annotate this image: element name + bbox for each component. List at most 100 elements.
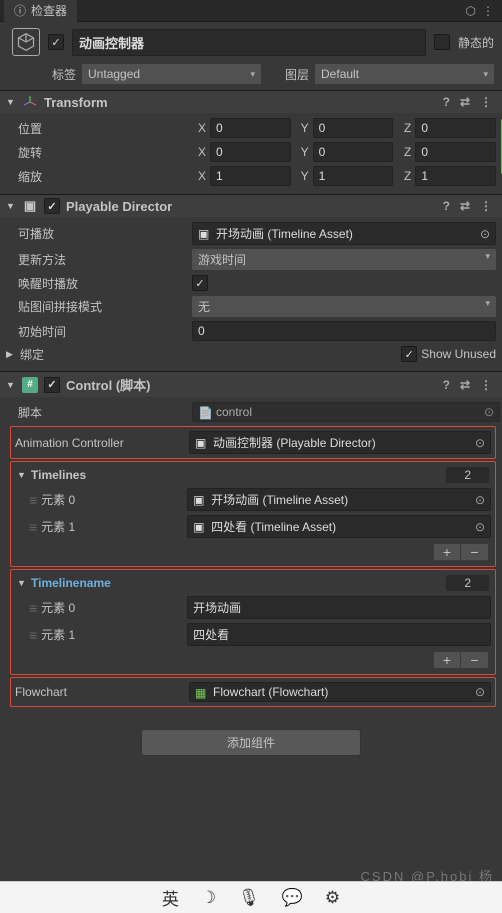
timelines-label: Timelines [31, 468, 86, 482]
gameobject-header: 动画控制器 静态的 [0, 22, 502, 62]
object-picker-icon[interactable]: ⊙ [475, 493, 485, 507]
object-picker-icon[interactable]: ⊙ [475, 520, 485, 534]
foldout-icon[interactable]: ▶ [6, 349, 16, 360]
gameobject-icon[interactable] [12, 28, 40, 56]
transform-title: Transform [44, 95, 437, 110]
rotation-z-input[interactable]: 0 [415, 142, 496, 162]
position-x-input[interactable]: 0 [210, 118, 291, 138]
scale-x-input[interactable]: 1 [210, 166, 291, 186]
add-element-button[interactable]: + [433, 543, 461, 561]
object-picker-icon[interactable]: ⊙ [480, 227, 490, 241]
initial-time-input[interactable]: 0 [192, 321, 496, 341]
timeline-element-field[interactable]: ▣ 四处看 (Timeline Asset) ⊙ [187, 515, 491, 538]
preset-icon[interactable]: ⇄ [460, 199, 470, 213]
update-label: 更新方法 [18, 251, 188, 268]
remove-element-button[interactable]: − [461, 543, 489, 561]
settings-icon[interactable]: ⚙ [325, 888, 340, 908]
foldout-icon[interactable]: ▼ [17, 470, 27, 480]
show-unused-checkbox[interactable] [401, 346, 417, 362]
foldout-icon[interactable]: ▼ [6, 201, 16, 211]
notif-icon[interactable]: 💬 [282, 888, 303, 908]
remove-element-button[interactable]: − [461, 651, 489, 669]
x-label: X [192, 121, 206, 135]
element-label: 元素 1 [41, 626, 181, 643]
drag-handle-icon[interactable]: ≡ [29, 492, 35, 508]
director-header[interactable]: ▼ ▣ Playable Director ? ⇄ ⋮ [0, 195, 502, 217]
list-item: ≡ 元素 1 ▣ 四处看 (Timeline Asset) ⊙ [15, 513, 491, 540]
menu-icon[interactable]: ⋮ [480, 378, 492, 392]
moon-icon[interactable]: ☽ [201, 888, 216, 908]
anim-controller-highlight: Animation Controller ▣ 动画控制器 (Playable D… [10, 426, 496, 459]
playable-label: 可播放 [18, 225, 188, 242]
object-picker-icon[interactable]: ⊙ [475, 685, 485, 699]
control-enable-checkbox[interactable] [44, 377, 60, 393]
position-y-input[interactable]: 0 [313, 118, 394, 138]
transform-header[interactable]: ▼ Transform ? ⇄ ⋮ [0, 91, 502, 113]
drag-handle-icon[interactable]: ≡ [29, 600, 35, 616]
kebab-icon[interactable]: ⋮ [482, 4, 494, 18]
rotation-x-input[interactable]: 0 [210, 142, 291, 162]
add-component-button[interactable]: 添加组件 [141, 729, 361, 756]
tag-dropdown[interactable]: Untagged [82, 64, 261, 84]
position-label: 位置 [18, 120, 188, 137]
timelinename-count[interactable]: 2 [446, 575, 489, 591]
timeline-element-field[interactable]: ▣ 开场动画 (Timeline Asset) ⊙ [187, 488, 491, 511]
position-z-input[interactable]: 0 [415, 118, 496, 138]
flowchart-field[interactable]: ▦ Flowchart (Flowchart) ⊙ [189, 682, 491, 702]
lock-icon[interactable]: ⬡ [466, 4, 476, 18]
z-label: Z [397, 121, 411, 135]
anim-ctrl-field[interactable]: ▣ 动画控制器 (Playable Director) ⊙ [189, 431, 491, 454]
preset-icon[interactable]: ⇄ [460, 378, 470, 392]
director-ref-icon: ▣ [195, 436, 208, 449]
timelines-count[interactable]: 2 [446, 467, 489, 483]
menu-icon[interactable]: ⋮ [480, 199, 492, 213]
update-dropdown[interactable]: 游戏时间 [192, 249, 496, 270]
cube-icon [16, 32, 36, 52]
add-component-row: 添加组件 [0, 715, 502, 770]
initial-time-label: 初始时间 [18, 323, 188, 340]
gameobject-name-input[interactable]: 动画控制器 [72, 29, 426, 56]
preset-icon[interactable]: ⇄ [460, 95, 470, 109]
scale-y-input[interactable]: 1 [313, 166, 394, 186]
help-icon[interactable]: ? [443, 199, 450, 213]
timelinename-input[interactable]: 开场动画 [187, 596, 491, 619]
foldout-icon[interactable]: ▼ [6, 380, 16, 390]
info-icon: ⓘ [14, 2, 26, 19]
element-label: 元素 0 [41, 491, 181, 508]
ime-indicator[interactable]: 英 [162, 885, 179, 910]
menu-icon[interactable]: ⋮ [480, 95, 492, 109]
director-icon: ▣ [22, 198, 38, 214]
play-on-awake-checkbox[interactable] [192, 275, 208, 291]
help-icon[interactable]: ? [443, 95, 450, 109]
add-element-button[interactable]: + [433, 651, 461, 669]
layer-label: 图层 [285, 66, 309, 83]
show-unused-label: Show Unused [421, 347, 496, 361]
foldout-icon[interactable]: ▼ [6, 97, 16, 107]
object-picker-icon[interactable]: ⊙ [475, 436, 485, 450]
rotation-y-input[interactable]: 0 [313, 142, 394, 162]
director-title: Playable Director [66, 199, 437, 214]
playable-director-component: ▼ ▣ Playable Director ? ⇄ ⋮ 可播放 ▣ 开场动画 (… [0, 194, 502, 371]
timelines-array-header[interactable]: ▼ Timelines 2 [15, 464, 491, 486]
mic-icon[interactable]: 🎙 [238, 888, 260, 908]
static-label: 静态的 [458, 34, 494, 51]
help-icon[interactable]: ? [443, 378, 450, 392]
timelinename-label: Timelinename [31, 576, 111, 590]
control-header[interactable]: ▼ # Control (脚本) ? ⇄ ⋮ [0, 372, 502, 397]
scale-z-input[interactable]: 1 [415, 166, 496, 186]
static-checkbox[interactable] [434, 34, 450, 50]
flowchart-icon: ▦ [195, 686, 208, 699]
timelinename-array-header[interactable]: ▼ Timelinename 2 [15, 572, 491, 594]
tag-layer-row: 标签 Untagged 图层 Default [0, 62, 502, 90]
layer-dropdown[interactable]: Default [315, 64, 494, 84]
timelinename-input[interactable]: 四处看 [187, 623, 491, 646]
director-enable-checkbox[interactable] [44, 198, 60, 214]
timeline-icon: ▣ [193, 520, 206, 533]
drag-handle-icon[interactable]: ≡ [29, 519, 35, 535]
inspector-tab[interactable]: ⓘ 检查器 [4, 0, 77, 22]
playable-field[interactable]: ▣ 开场动画 (Timeline Asset) ⊙ [192, 222, 496, 245]
foldout-icon[interactable]: ▼ [17, 578, 27, 588]
drag-handle-icon[interactable]: ≡ [29, 627, 35, 643]
wrap-dropdown[interactable]: 无 [192, 296, 496, 317]
active-checkbox[interactable] [48, 34, 64, 50]
